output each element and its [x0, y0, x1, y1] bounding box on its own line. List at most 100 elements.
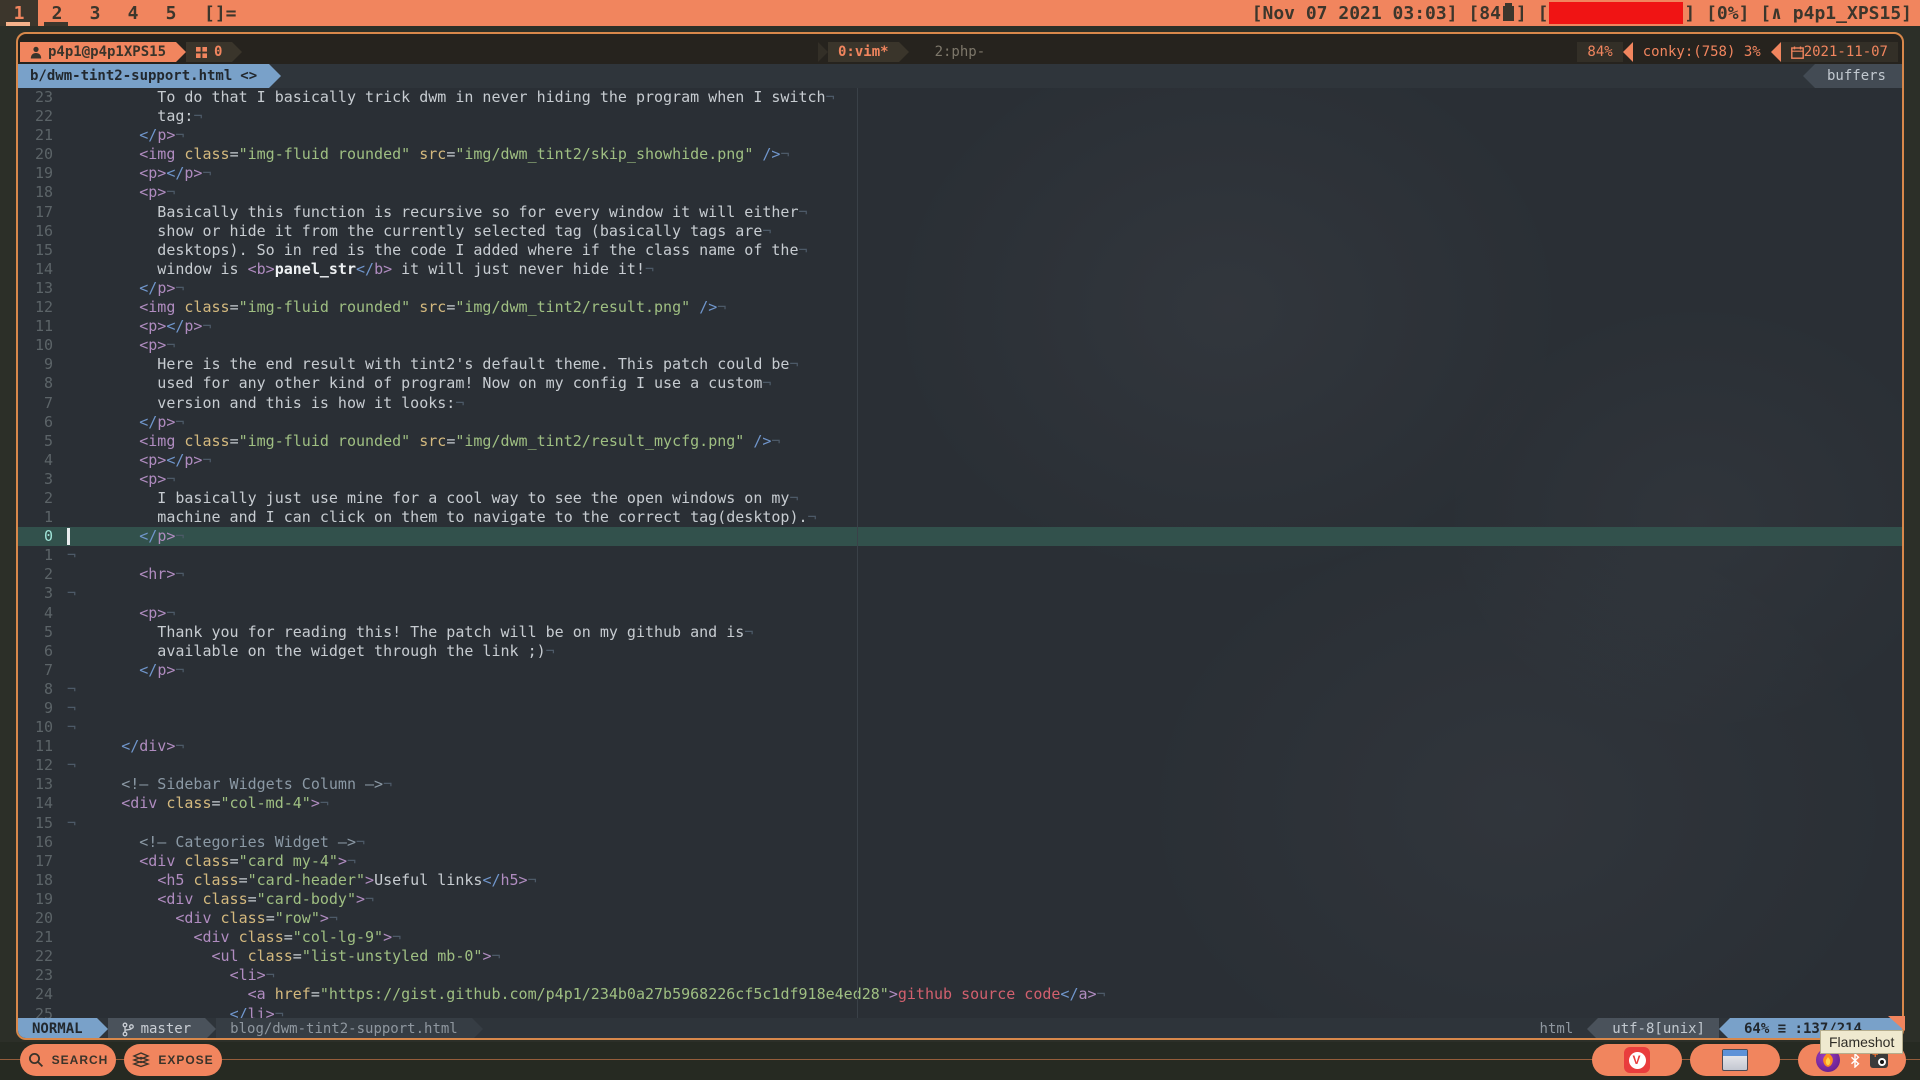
- powerline-arrow: [1719, 1018, 1730, 1040]
- buffers-label: buffers: [1815, 64, 1902, 88]
- code-line[interactable]: 17 <div class="card my-4">¬: [18, 852, 1902, 871]
- line-text: <img class="img-fluid rounded" src="img/…: [67, 145, 789, 164]
- code-line[interactable]: 21 <div class="col-lg-9">¬: [18, 928, 1902, 947]
- code-line[interactable]: 14 <div class="col-md-4">¬: [18, 794, 1902, 813]
- code-line[interactable]: 3¬: [18, 584, 1902, 603]
- code-line[interactable]: 20 <div class="row">¬: [18, 909, 1902, 928]
- workspace-tag-3[interactable]: 3: [76, 0, 114, 26]
- code-line[interactable]: 10 <p>¬: [18, 336, 1902, 355]
- line-text: <div class="col-lg-9">¬: [67, 928, 401, 947]
- code-line[interactable]: 1 machine and I can click on them to nav…: [18, 508, 1902, 527]
- code-line[interactable]: 12 <img class="img-fluid rounded" src="i…: [18, 298, 1902, 317]
- code-line[interactable]: 18 <p>¬: [18, 183, 1902, 202]
- screenshot-tray-icon[interactable]: +: [1870, 1052, 1888, 1068]
- battery-icon: [1503, 6, 1514, 21]
- terminal-window: p4p1@p4p1XPS15 0 0:vim*2:php- 84% conky:…: [16, 32, 1904, 1040]
- powerline-arrow: [232, 42, 242, 62]
- workspace-tag-2[interactable]: 2: [38, 0, 76, 26]
- code-line[interactable]: 6 available on the widget through the li…: [18, 642, 1902, 661]
- search-button[interactable]: SEARCH: [20, 1044, 116, 1076]
- code-line[interactable]: 20 <img class="img-fluid rounded" src="i…: [18, 145, 1902, 164]
- line-text: show or hide it from the currently selec…: [67, 222, 771, 241]
- powerline-arrow: [1587, 1018, 1598, 1040]
- code-line[interactable]: 8 used for any other kind of program! No…: [18, 374, 1902, 393]
- line-number: 0: [18, 527, 53, 546]
- tag-client-indicator: [6, 22, 30, 26]
- line-number: 13: [18, 775, 53, 794]
- expose-button[interactable]: EXPOSE: [124, 1044, 222, 1076]
- line-text: <div class="col-md-4">¬: [67, 794, 329, 813]
- line-number: 5: [18, 623, 53, 642]
- desktop: 12345 []= [Nov 07 2021 03:03] [84 ] [ ] …: [0, 0, 1920, 1080]
- code-line[interactable]: 12¬: [18, 756, 1902, 775]
- code-line[interactable]: 4 <p>¬: [18, 604, 1902, 623]
- code-line[interactable]: 23 To do that I basically trick dwm in n…: [18, 88, 1902, 107]
- code-line[interactable]: 22 <ul class="list-unstyled mb-0">¬: [18, 947, 1902, 966]
- tmux-window-0:vim*[interactable]: 0:vim*: [828, 42, 899, 62]
- code-line[interactable]: 13 <!— Sidebar Widgets Column —>¬: [18, 775, 1902, 794]
- vim-buffer[interactable]: 23 To do that I basically trick dwm in n…: [18, 88, 1902, 1018]
- code-line[interactable]: 17 Basically this function is recursive …: [18, 203, 1902, 222]
- code-line[interactable]: 5 Thank you for reading this! The patch …: [18, 623, 1902, 642]
- code-line[interactable]: 16 show or hide it from the currently se…: [18, 222, 1902, 241]
- line-text: machine and I can click on them to navig…: [67, 508, 817, 527]
- code-line[interactable]: 9¬: [18, 699, 1902, 718]
- code-line[interactable]: 4 <p></p>¬: [18, 451, 1902, 470]
- code-line[interactable]: 6 </p>¬: [18, 413, 1902, 432]
- tmux-window-index[interactable]: 0: [186, 42, 232, 62]
- code-line[interactable]: 11 </div>¬: [18, 737, 1902, 756]
- tmux-date: 2021-11-07: [1781, 42, 1898, 62]
- code-line[interactable]: 19 <p></p>¬: [18, 164, 1902, 183]
- code-line[interactable]: 19 <div class="card-body">¬: [18, 890, 1902, 909]
- line-number: 15: [18, 814, 53, 833]
- code-line[interactable]: 8¬: [18, 680, 1902, 699]
- powerline-arrow: [472, 1018, 483, 1040]
- code-line[interactable]: 16 <!— Categories Widget —>¬: [18, 833, 1902, 852]
- color-column: [857, 88, 858, 1018]
- code-line[interactable]: 3 <p>¬: [18, 470, 1902, 489]
- line-number: 23: [18, 966, 53, 985]
- code-line[interactable]: 7 version and this is how it looks:¬: [18, 394, 1902, 413]
- line-number: 4: [18, 451, 53, 470]
- powerline-arrow: [1803, 64, 1815, 88]
- line-number: 12: [18, 756, 53, 775]
- code-line[interactable]: 23 <li>¬: [18, 966, 1902, 985]
- code-line[interactable]: 15¬: [18, 814, 1902, 833]
- workspace-tag-4[interactable]: 4: [114, 0, 152, 26]
- code-line[interactable]: 11 <p></p>¬: [18, 317, 1902, 336]
- tmux-status-bar: p4p1@p4p1XPS15 0 0:vim*2:php- 84% conky:…: [18, 42, 1902, 62]
- code-line[interactable]: 5 <img class="img-fluid rounded" src="im…: [18, 432, 1902, 451]
- code-line[interactable]: 21 </p>¬: [18, 126, 1902, 145]
- line-text: ¬: [67, 699, 76, 718]
- taskbar-item-vivaldi[interactable]: V: [1592, 1044, 1682, 1076]
- code-line[interactable]: 2 <hr>¬: [18, 565, 1902, 584]
- tmux-session[interactable]: p4p1@p4p1XPS15: [20, 42, 176, 62]
- line-number: 4: [18, 604, 53, 623]
- tmux-window-2:php-[interactable]: 2:php-: [935, 44, 986, 60]
- line-number: 18: [18, 871, 53, 890]
- code-line[interactable]: 10¬: [18, 718, 1902, 737]
- bluetooth-tray-icon[interactable]: [1850, 1053, 1860, 1068]
- code-line[interactable]: 18 <h5 class="card-header">Useful links<…: [18, 871, 1902, 890]
- workspace-tag-5[interactable]: 5: [152, 0, 190, 26]
- code-line[interactable]: 1¬: [18, 546, 1902, 565]
- workspace-tag-1[interactable]: 1: [0, 0, 38, 26]
- taskbar-item-window[interactable]: [1690, 1044, 1780, 1076]
- flameshot-tooltip: Flameshot: [1820, 1030, 1903, 1054]
- code-line[interactable]: 2 I basically just use mine for a cool w…: [18, 489, 1902, 508]
- line-text: Thank you for reading this! The patch wi…: [67, 623, 753, 642]
- code-line[interactable]: 25 </li>¬: [18, 1005, 1902, 1019]
- line-number: 18: [18, 183, 53, 202]
- code-line-current[interactable]: 0 </p>¬: [18, 527, 1902, 546]
- dwm-layout-symbol[interactable]: []=: [204, 3, 237, 24]
- line-text: tag:¬: [67, 107, 202, 126]
- code-line[interactable]: 9 Here is the end result with tint2's de…: [18, 355, 1902, 374]
- expose-button-label: EXPOSE: [158, 1053, 213, 1067]
- code-line[interactable]: 13 </p>¬: [18, 279, 1902, 298]
- buffer-tab[interactable]: b/dwm-tint2-support.html <>: [18, 64, 269, 88]
- code-line[interactable]: 24 <a href="https://gist.github.com/p4p1…: [18, 985, 1902, 1004]
- code-line[interactable]: 22 tag:¬: [18, 107, 1902, 126]
- code-line[interactable]: 14 window is <b>panel_str</b> it will ju…: [18, 260, 1902, 279]
- code-line[interactable]: 7 </p>¬: [18, 661, 1902, 680]
- code-line[interactable]: 15 desktops). So in red is the code I ad…: [18, 241, 1902, 260]
